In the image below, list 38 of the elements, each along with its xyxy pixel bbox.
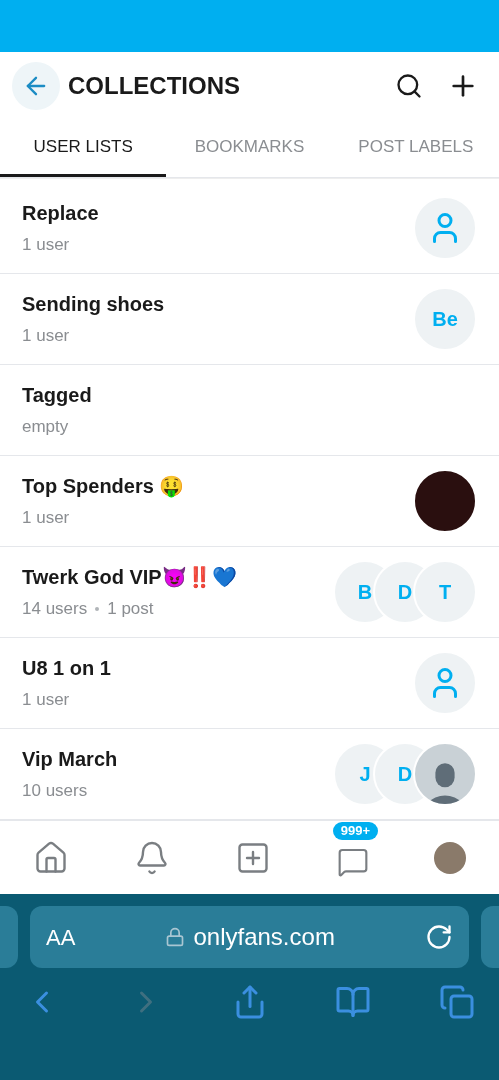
list-name: Twerk God VIP😈‼💙 <box>22 565 238 591</box>
list-row[interactable]: Replace 1 user <box>0 183 499 274</box>
list-name: Top Spenders 🤑 <box>22 474 186 500</box>
list-meta: 1 post <box>107 598 154 621</box>
list-name: Tagged <box>22 383 93 409</box>
profile-avatar[interactable] <box>434 841 467 874</box>
tab[interactable]: USER LISTS <box>0 120 167 177</box>
initials-avatar: T <box>413 560 477 624</box>
messages-badge: 999+ <box>332 821 379 840</box>
search-icon <box>395 72 423 100</box>
url-text: onlyfans.com <box>193 922 335 952</box>
list-meta: empty <box>22 416 69 439</box>
page-title: COLLECTIONS <box>68 71 240 101</box>
list-row[interactable]: Tagged empty <box>0 365 499 456</box>
list-meta: 1 user <box>22 689 70 712</box>
list-row[interactable]: Vip March 10 users J D <box>0 729 499 820</box>
list-meta: 1 user <box>22 325 70 348</box>
list-row[interactable]: Twerk God VIP😈‼💙 14 users 1 post B D T <box>0 547 499 638</box>
list-meta: 1 user <box>22 234 70 257</box>
dot-separator-icon <box>95 607 100 611</box>
bookmarks-icon[interactable] <box>335 984 372 1020</box>
list-name: U8 1 on 1 <box>22 656 112 682</box>
lock-icon <box>165 927 186 947</box>
list-name: Vip March <box>22 747 119 773</box>
list-row[interactable]: Sending shoes 1 user Be <box>0 274 499 365</box>
list-meta: 10 users <box>22 780 88 803</box>
list-row[interactable]: Top Spenders 🤑 1 user <box>0 456 499 547</box>
list-meta: 14 users <box>22 598 88 621</box>
initials-avatar: Be <box>413 287 477 351</box>
list-name: Sending shoes <box>22 292 166 318</box>
list-row[interactable]: U8 1 on 1 1 user <box>0 638 499 729</box>
list-meta: 1 user <box>22 507 70 530</box>
text-size-button[interactable]: AA <box>46 920 76 954</box>
list-name: Replace <box>22 201 100 227</box>
tabs-icon[interactable] <box>439 984 475 1020</box>
back-button[interactable] <box>12 62 60 110</box>
reload-icon[interactable] <box>425 923 453 951</box>
address-bar[interactable]: AA onlyfans.com <box>30 906 469 968</box>
